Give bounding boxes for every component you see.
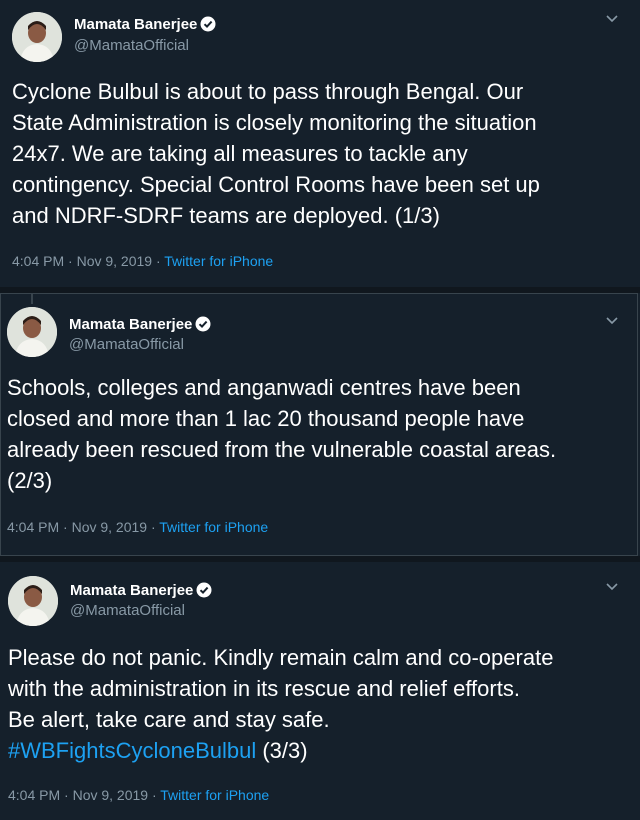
tweet-meta: 4:04 PM · Nov 9, 2019 · Twitter for iPho…: [12, 253, 273, 269]
timestamp[interactable]: 4:04 PM · Nov 9, 2019 ·: [8, 787, 160, 803]
author-name-text: Mamata Banerjee: [70, 582, 194, 599]
tweet-line: and NDRF-SDRF teams are deployed. (1/3): [12, 203, 440, 228]
profile-photo-icon: [8, 576, 58, 626]
author-name[interactable]: Mamata Banerjee: [74, 16, 216, 33]
avatar[interactable]: [8, 576, 58, 626]
thread-connector: [31, 294, 33, 304]
source-link[interactable]: Twitter for iPhone: [159, 519, 268, 535]
avatar[interactable]: [12, 12, 62, 62]
chevron-down-icon[interactable]: [605, 14, 619, 24]
tweet-line: 24x7. We are taking all measures to tack…: [12, 141, 468, 166]
hashtag-link[interactable]: #WBFightsCycloneBulbul: [8, 738, 256, 763]
tweet-card[interactable]: Mamata Banerjee @MamataOfficial Schools,…: [0, 293, 638, 556]
tweet-line: already been rescued from the vulnerable…: [7, 437, 557, 462]
tweet-card[interactable]: Mamata Banerjee @MamataOfficial Cyclone …: [0, 0, 640, 287]
author-name-text: Mamata Banerjee: [74, 16, 198, 33]
profile-photo-icon: [7, 307, 57, 357]
tweet-line: closed and more than 1 lac 20 thousand p…: [7, 406, 525, 431]
author-name[interactable]: Mamata Banerjee: [70, 582, 212, 599]
avatar[interactable]: [7, 307, 57, 357]
timestamp[interactable]: 4:04 PM · Nov 9, 2019 ·: [12, 253, 164, 269]
tweet-line: with the administration in its rescue an…: [8, 676, 520, 701]
verified-badge-icon: [195, 316, 211, 332]
author-handle[interactable]: @MamataOfficial: [69, 336, 184, 353]
tweet-card[interactable]: Mamata Banerjee @MamataOfficial Please d…: [0, 562, 640, 820]
tweet-meta: 4:04 PM · Nov 9, 2019 · Twitter for iPho…: [7, 519, 268, 535]
author-handle[interactable]: @MamataOfficial: [70, 602, 185, 619]
tweet-line: #WBFightsCycloneBulbul (3/3): [8, 735, 553, 766]
tweet-meta: 4:04 PM · Nov 9, 2019 · Twitter for iPho…: [8, 787, 269, 803]
thread-count: (3/3): [256, 738, 308, 763]
tweet-body: Cyclone Bulbul is about to pass through …: [12, 76, 540, 231]
author-name[interactable]: Mamata Banerjee: [69, 316, 211, 333]
author-name-text: Mamata Banerjee: [69, 316, 193, 333]
tweet-line: Please do not panic. Kindly remain calm …: [8, 645, 554, 670]
author-handle[interactable]: @MamataOfficial: [74, 37, 189, 54]
tweet-line: Be alert, take care and stay safe.: [8, 707, 330, 732]
tweet-line: Cyclone Bulbul is about to pass through …: [12, 79, 524, 104]
chevron-down-icon[interactable]: [605, 582, 619, 592]
chevron-down-icon[interactable]: [605, 316, 619, 326]
verified-badge-icon: [196, 582, 212, 598]
profile-photo-icon: [12, 12, 62, 62]
tweet-line: contingency. Special Control Rooms have …: [12, 172, 540, 197]
source-link[interactable]: Twitter for iPhone: [164, 253, 273, 269]
tweet-body: Schools, colleges and anganwadi centres …: [7, 372, 556, 496]
tweet-line: (2/3): [7, 468, 53, 493]
tweet-body: Please do not panic. Kindly remain calm …: [8, 642, 553, 766]
tweet-line: Schools, colleges and anganwadi centres …: [7, 375, 521, 400]
source-link[interactable]: Twitter for iPhone: [160, 787, 269, 803]
timestamp[interactable]: 4:04 PM · Nov 9, 2019 ·: [7, 519, 159, 535]
tweet-line: State Administration is closely monitori…: [12, 110, 537, 135]
verified-badge-icon: [200, 16, 216, 32]
